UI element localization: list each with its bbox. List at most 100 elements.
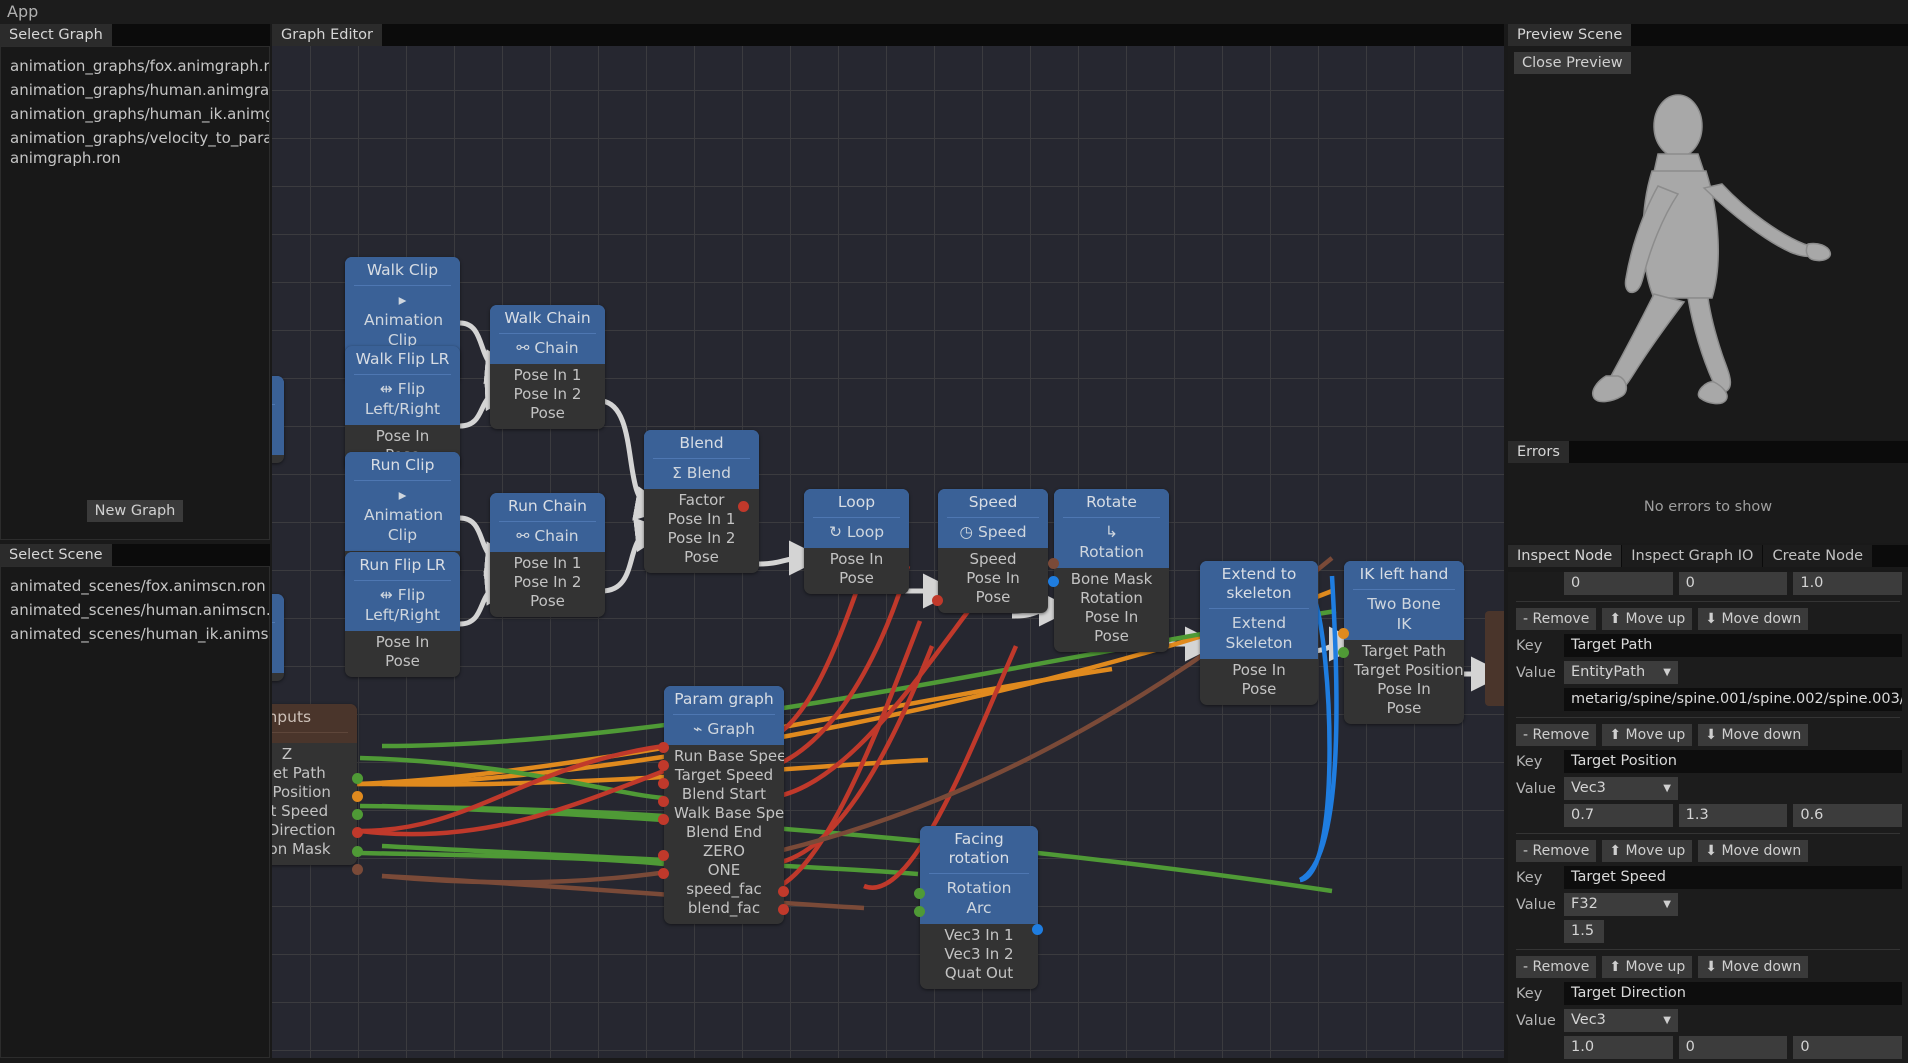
port-dot[interactable] xyxy=(352,827,363,838)
port-dot[interactable] xyxy=(778,904,789,915)
node-port[interactable]: tation Mask xyxy=(272,840,347,859)
node-port[interactable]: Vec3 In 1 xyxy=(930,926,1028,945)
node-port[interactable]: Vec3 In 2 xyxy=(930,945,1028,964)
list-item[interactable]: animated_scenes/fox.animscn.ron xyxy=(1,574,269,598)
vec3-x-field[interactable]: 0.7 xyxy=(1564,804,1673,827)
port-dot[interactable] xyxy=(658,742,669,753)
inspector-panel[interactable]: 0 0 1.0 - Remove ⬆ Move up ⬇ Move down K… xyxy=(1508,572,1908,1063)
close-preview-button[interactable]: Close Preview xyxy=(1514,52,1631,74)
node-port[interactable]: Pose In xyxy=(948,569,1038,588)
port-dot[interactable] xyxy=(658,778,669,789)
node-port[interactable]: Quat Out xyxy=(930,964,1028,983)
graph-node-clip2b[interactable]: 2 n Clip xyxy=(272,594,284,681)
port-dot[interactable] xyxy=(352,773,363,784)
move-up-button[interactable]: ⬆ Move up xyxy=(1602,956,1692,978)
list-item[interactable]: animation_graphs/human.animgraph.ron xyxy=(1,78,269,102)
node-port[interactable]: Pose In 2 xyxy=(500,573,595,592)
node-port[interactable]: get Position xyxy=(272,783,347,802)
graph-node-clip2[interactable]: p 2 n Clip xyxy=(272,376,284,463)
port-dot[interactable] xyxy=(1048,576,1059,587)
vec3-z-field[interactable]: 0.6 xyxy=(1793,804,1902,827)
port-dot[interactable] xyxy=(658,760,669,771)
port-dot[interactable] xyxy=(1338,647,1349,658)
remove-button[interactable]: - Remove xyxy=(1516,840,1596,862)
node-port[interactable]: blend_fac xyxy=(674,899,774,918)
graph-node-speed[interactable]: Speed ◷ Speed Speed Pose In Pose xyxy=(938,489,1048,613)
tab-inspect-graph-io[interactable]: Inspect Graph IO xyxy=(1622,545,1763,567)
node-port[interactable]: Pose In 2 xyxy=(654,529,749,548)
node-port[interactable]: ONE xyxy=(674,861,774,880)
clipped-value-z[interactable]: 1.0 xyxy=(1793,572,1902,595)
value-type-dropdown[interactable]: Vec3 ▼ xyxy=(1564,1009,1678,1032)
graph-canvas[interactable]: p 2 n Clip 2 n Clip Walk Clip ▸ Animatio… xyxy=(272,46,1504,1058)
list-item[interactable]: animated_scenes/human.animscn.ron xyxy=(1,598,269,622)
port-dot[interactable] xyxy=(738,501,749,512)
node-port[interactable]: Target Speed xyxy=(674,766,774,785)
move-down-button[interactable]: ⬇ Move down xyxy=(1698,956,1808,978)
move-up-button[interactable]: ⬆ Move up xyxy=(1602,840,1692,862)
tab-select-scene[interactable]: Select Scene xyxy=(0,544,113,566)
port-dot[interactable] xyxy=(1338,628,1349,639)
node-port[interactable]: Pose In 1 xyxy=(500,554,595,573)
node-port[interactable]: Pose In xyxy=(814,550,899,569)
node-port[interactable]: ZERO xyxy=(674,842,774,861)
move-down-button[interactable]: ⬇ Move down xyxy=(1698,840,1808,862)
node-port[interactable]: Bone Mask xyxy=(1064,570,1159,589)
node-port[interactable]: Pose xyxy=(654,548,749,567)
node-port[interactable]: Pose In 1 xyxy=(500,366,595,385)
node-port[interactable]: Pose xyxy=(500,592,595,611)
port-dot[interactable] xyxy=(352,809,363,820)
tab-graph-editor[interactable]: Graph Editor xyxy=(272,24,383,46)
graph-node-facing-rotation[interactable]: Facing rotation Rotation Arc Vec3 In 1 V… xyxy=(920,826,1038,989)
port-dot[interactable] xyxy=(352,864,363,875)
list-item[interactable]: animation_graphs/human_ik.animgraph.ron xyxy=(1,102,269,126)
key-field[interactable]: Target Path xyxy=(1564,634,1902,657)
port-dot[interactable] xyxy=(932,595,943,606)
move-down-button[interactable]: ⬇ Move down xyxy=(1698,608,1808,630)
port-dot[interactable] xyxy=(658,850,669,861)
graph-node-loop[interactable]: Loop ↻ Loop Pose In Pose xyxy=(804,489,909,594)
list-item[interactable]: animation_graphs/fox.animgraph.ron xyxy=(1,54,269,78)
port-dot[interactable] xyxy=(352,846,363,857)
port-dot[interactable] xyxy=(352,791,363,802)
node-port[interactable]: get Direction xyxy=(272,821,347,840)
tab-preview-scene[interactable]: Preview Scene xyxy=(1508,24,1632,46)
port-dot[interactable] xyxy=(914,906,925,917)
new-graph-button[interactable]: New Graph xyxy=(87,500,184,522)
node-port[interactable]: Factor xyxy=(654,491,749,510)
graph-node-run-flip-lr[interactable]: Run Flip LR ⇹ Flip Left/Right Pose In Po… xyxy=(345,552,460,677)
value-type-dropdown[interactable]: EntityPath ▼ xyxy=(1564,661,1678,684)
node-port[interactable]: Target Position xyxy=(1354,661,1454,680)
port-dot[interactable] xyxy=(778,886,789,897)
clipped-value-y[interactable]: 0 xyxy=(1679,572,1788,595)
tab-select-graph[interactable]: Select Graph xyxy=(0,24,113,46)
port-dot[interactable] xyxy=(1048,558,1059,569)
node-port[interactable]: Pose In xyxy=(1064,608,1159,627)
node-port[interactable]: Pose In xyxy=(1354,680,1454,699)
value-type-dropdown[interactable]: Vec3 ▼ xyxy=(1564,777,1678,800)
node-port[interactable]: Pose xyxy=(814,569,899,588)
node-port[interactable]: Speed xyxy=(948,550,1038,569)
graph-node-ik-left-hand[interactable]: IK left hand Two Bone IK Target Path Tar… xyxy=(1344,561,1464,724)
clipped-value-x[interactable]: 0 xyxy=(1564,572,1673,595)
node-port[interactable]: Pose In 1 xyxy=(654,510,749,529)
node-port[interactable]: Pose xyxy=(355,652,450,671)
vec3-z-field[interactable]: 0 xyxy=(1793,1036,1902,1059)
remove-button[interactable]: - Remove xyxy=(1516,724,1596,746)
node-port[interactable]: Pose xyxy=(1064,627,1159,646)
node-port[interactable]: Pose xyxy=(1354,699,1454,718)
graph-node-walk-chain[interactable]: Walk Chain ⚯ Chain Pose In 1 Pose In 2 P… xyxy=(490,305,605,429)
entity-path-field[interactable]: metarig/spine/spine.001/spine.002/spine.… xyxy=(1564,688,1902,711)
scalar-field[interactable]: 1.5 xyxy=(1564,920,1604,943)
vec3-y-field[interactable]: 0 xyxy=(1679,1036,1788,1059)
key-field[interactable]: Target Position xyxy=(1564,750,1902,773)
node-port[interactable]: Pose In xyxy=(355,427,450,446)
list-item[interactable]: animation_graphs/velocity_to_params. ani… xyxy=(1,126,269,170)
node-port[interactable]: rget Speed xyxy=(272,802,347,821)
move-up-button[interactable]: ⬆ Move up xyxy=(1602,724,1692,746)
node-port[interactable]: Target Path xyxy=(1354,642,1454,661)
node-port[interactable]: Pose In 2 xyxy=(500,385,595,404)
list-item[interactable]: animated_scenes/human_ik.animscn.ron xyxy=(1,622,269,646)
port-dot[interactable] xyxy=(658,868,669,879)
node-port[interactable]: Rotation xyxy=(1064,589,1159,608)
